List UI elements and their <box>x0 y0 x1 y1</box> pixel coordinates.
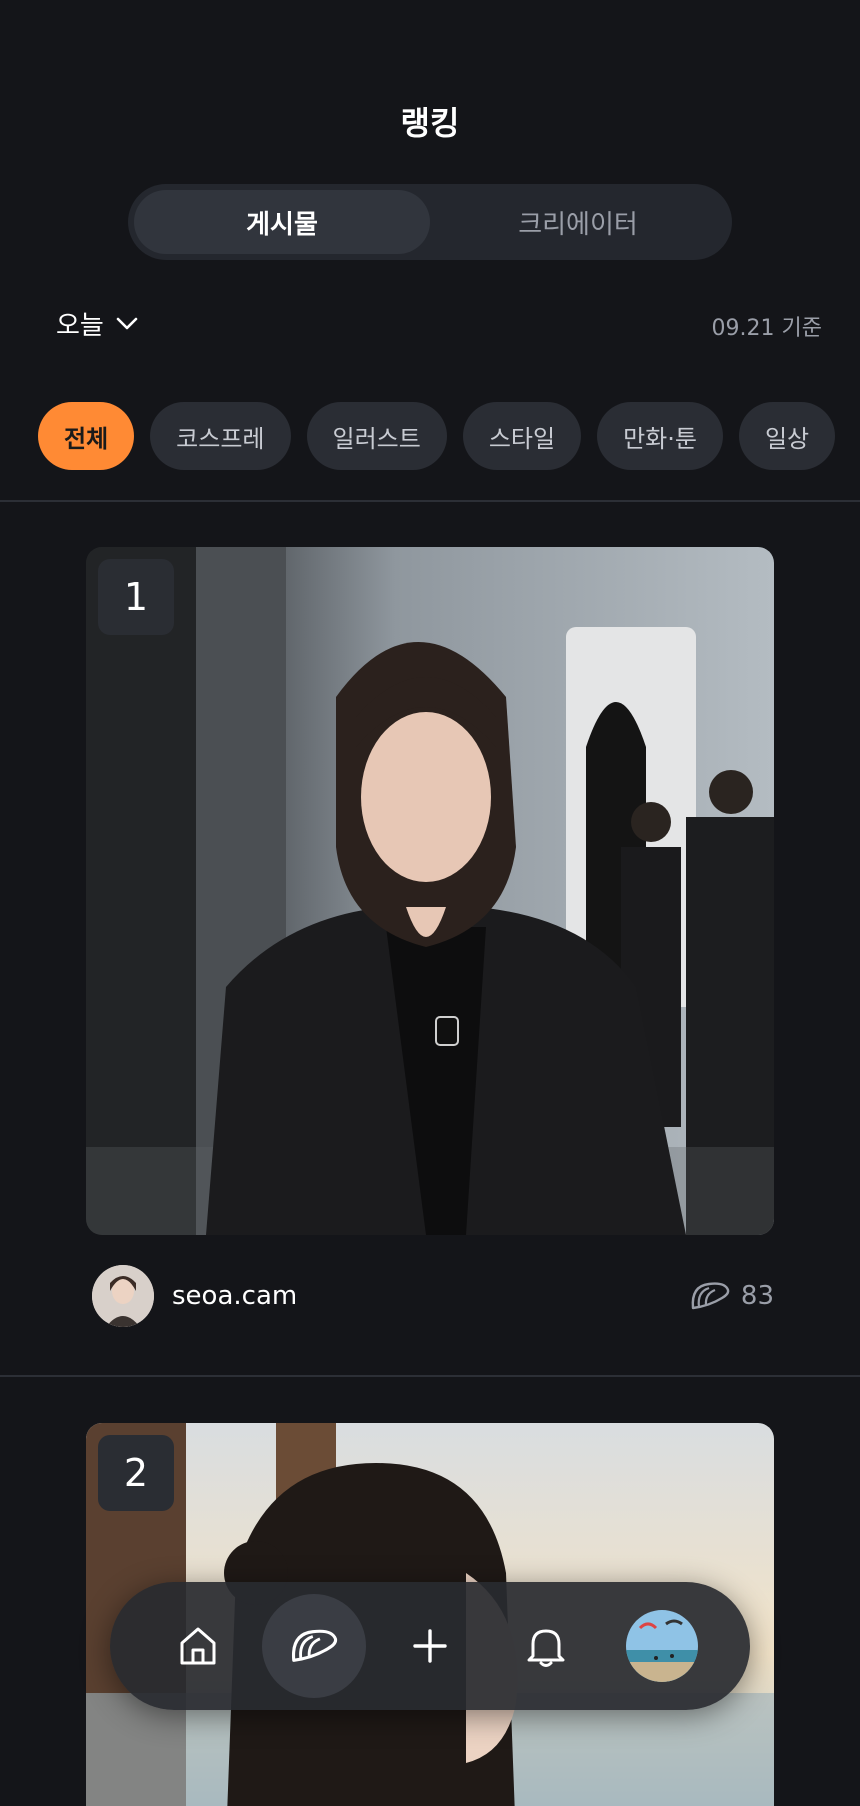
tab-home[interactable] <box>146 1594 250 1698</box>
like-count: 83 <box>740 1281 774 1311</box>
category-chips: 전체 코스프레 일러스트 스타일 만화·툰 일상 <box>38 402 836 470</box>
chip-daily[interactable]: 일상 <box>738 402 836 470</box>
plus-icon <box>413 1629 447 1663</box>
divider <box>0 500 860 502</box>
post-meta-1: seoa.cam 83 <box>92 1264 774 1328</box>
tab-creators[interactable]: 크리에이터 <box>430 190 726 254</box>
chip-all[interactable]: 전체 <box>38 402 135 470</box>
rank-badge-2: 2 <box>98 1435 174 1511</box>
post-photo-1 <box>86 547 774 1235</box>
ranking-screen: 랭킹 게시물 크리에이터 오늘 09.21 기준 전체 코스프레 일러스트 스타… <box>0 0 860 1806</box>
period-label: 오늘 <box>56 311 104 341</box>
avatar-photo <box>92 1265 154 1327</box>
tab-feed[interactable] <box>262 1594 366 1698</box>
profile-avatar <box>626 1610 698 1682</box>
bottom-tab-bar <box>110 1582 750 1710</box>
chevron-down-icon <box>116 317 138 329</box>
divider <box>0 1375 860 1377</box>
page-title: 랭킹 <box>400 104 460 142</box>
tab-create[interactable] <box>378 1594 482 1698</box>
basis-date: 09.21 기준 <box>711 316 822 341</box>
profile-photo <box>626 1610 698 1682</box>
home-icon <box>180 1627 216 1665</box>
chip-style[interactable]: 스타일 <box>462 402 582 470</box>
tab-posts[interactable]: 게시물 <box>134 190 430 254</box>
post-image-1[interactable]: 1 <box>86 547 774 1235</box>
period-dropdown[interactable]: 오늘 <box>56 305 138 342</box>
tab-profile[interactable] <box>610 1594 714 1698</box>
username[interactable]: seoa.cam <box>172 1281 297 1311</box>
chip-illust[interactable]: 일러스트 <box>306 402 447 470</box>
avatar[interactable] <box>92 1265 154 1327</box>
bell-icon <box>527 1629 565 1667</box>
rank-badge-1: 1 <box>98 559 174 635</box>
like-button[interactable]: 83 <box>689 1280 774 1312</box>
tab-notifications[interactable] <box>494 1594 598 1698</box>
chip-comic[interactable]: 만화·툰 <box>597 402 723 470</box>
segment-control: 게시물 크리에이터 <box>128 184 732 260</box>
taco-icon <box>291 1629 338 1662</box>
chip-cosplay[interactable]: 코스프레 <box>150 402 291 470</box>
taco-icon <box>691 1282 730 1310</box>
